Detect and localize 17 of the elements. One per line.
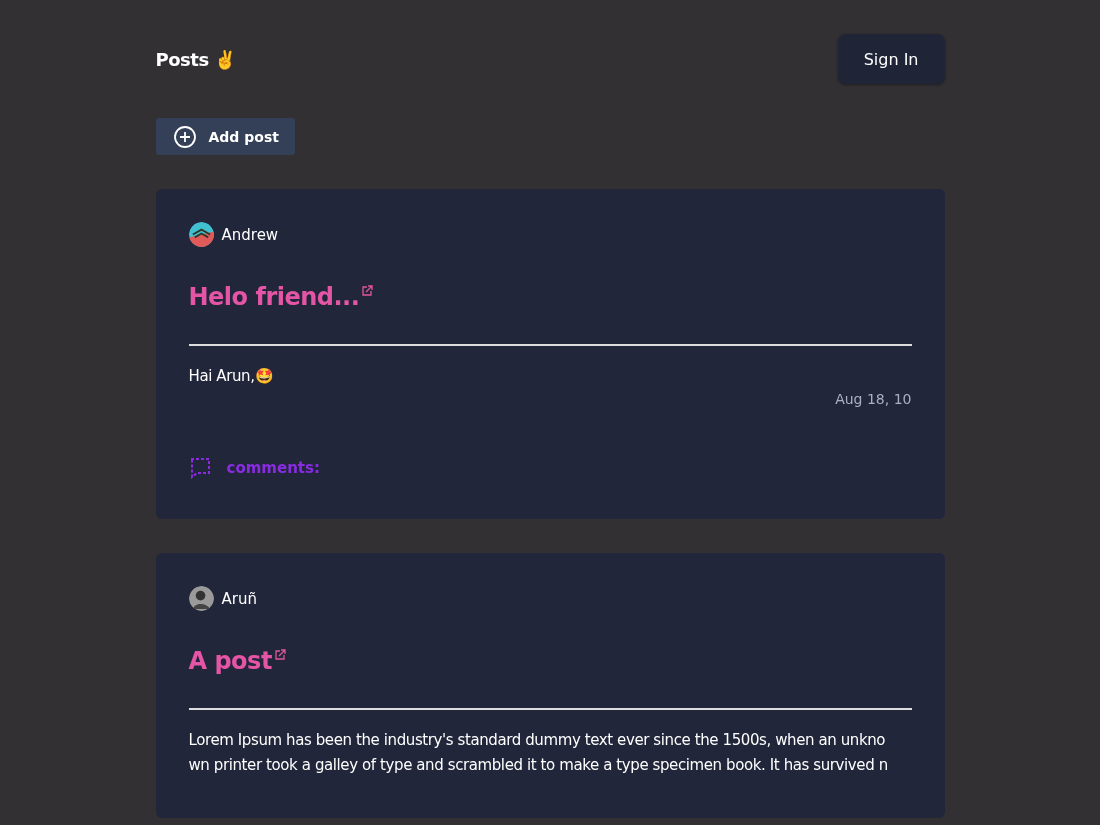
- post-body: Lorem Ipsum has been the industry's standard dummy text ever since the 1500s, when an unkno wn printer took a galley of type and scrambled it to make a type specimen book. It has survived n: [188, 730, 889, 776]
- comments-label: comments:: [226, 459, 320, 477]
- avatar-icon: [188, 222, 214, 247]
- add-post-button[interactable]: Add post: [155, 118, 295, 155]
- comment-icon[interactable]: [188, 457, 211, 479]
- post-title[interactable]: Helo friend...: [188, 283, 360, 311]
- page-title: Posts ✌: [155, 48, 236, 70]
- post-body: Hai Arun,🤩: [188, 366, 275, 387]
- external-link-icon[interactable]: [361, 285, 374, 297]
- sign-in-button[interactable]: Sign In: [837, 34, 945, 84]
- plus-circle-icon: [172, 124, 197, 149]
- post-title[interactable]: A post: [188, 647, 272, 675]
- avatar-photo: [188, 586, 214, 611]
- author-name: Andrew: [221, 225, 279, 244]
- author-name: Aruñ: [221, 589, 257, 608]
- external-link-icon[interactable]: [273, 649, 286, 661]
- post-date: Aug 18, 10: [835, 391, 912, 407]
